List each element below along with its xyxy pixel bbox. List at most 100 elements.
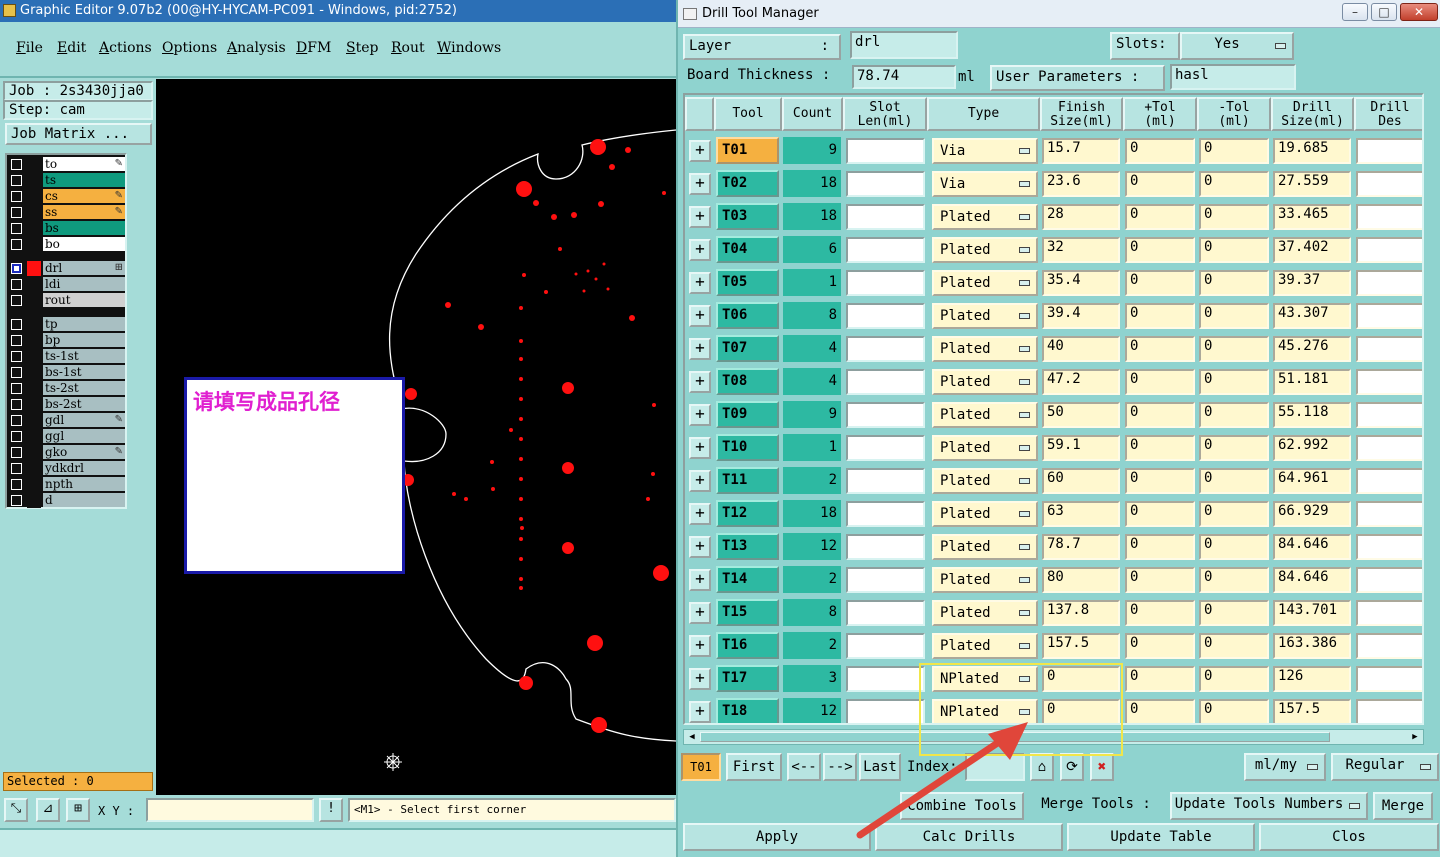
layer-checkbox[interactable] — [11, 295, 22, 306]
drill-size-input[interactable]: 163.386 — [1273, 633, 1351, 659]
slot-len-input[interactable] — [846, 534, 925, 560]
expand-icon[interactable]: + — [689, 140, 711, 162]
minus-tol-input[interactable]: 0 — [1199, 567, 1269, 593]
layer-checkbox[interactable] — [11, 175, 22, 186]
update-tools-numbers-select[interactable]: Update Tools Numbers — [1170, 792, 1368, 820]
user-parameters-button[interactable]: User Parameters : — [990, 65, 1165, 91]
grid-icon[interactable]: ⊞ — [66, 798, 90, 822]
layer-name[interactable]: bs — [43, 221, 125, 235]
expand-icon[interactable]: + — [689, 602, 711, 624]
tool-button[interactable]: T14 — [716, 566, 779, 593]
layer-checkbox[interactable] — [11, 447, 22, 458]
plus-tol-input[interactable]: 0 — [1125, 666, 1195, 692]
slot-len-input[interactable] — [846, 369, 925, 395]
layer-name[interactable]: gko ✎ — [43, 445, 125, 459]
minimize-icon[interactable]: – — [1342, 3, 1368, 21]
layer-name[interactable]: ts-2st — [43, 381, 125, 395]
drill-size-input[interactable]: 45.276 — [1273, 336, 1351, 362]
layer-name[interactable]: drl ⊞ — [43, 261, 125, 275]
drill-size-input[interactable]: 84.646 — [1273, 534, 1351, 560]
expand-icon[interactable]: + — [689, 635, 711, 657]
slot-len-input[interactable] — [846, 567, 925, 593]
drill-des-input[interactable] — [1356, 435, 1422, 461]
layer-name[interactable]: gdl ✎ — [43, 413, 125, 427]
type-select[interactable]: Plated — [932, 303, 1038, 329]
tool-button[interactable]: T01 — [716, 137, 779, 164]
drill-size-input[interactable]: 55.118 — [1273, 402, 1351, 428]
layer-row[interactable]: ss ✎ — [7, 205, 125, 220]
layer-row[interactable]: drl ⊞ — [7, 261, 125, 276]
tool-button[interactable]: T18 — [716, 698, 779, 723]
layer-row[interactable]: ts-1st — [7, 349, 125, 364]
slot-len-input[interactable] — [846, 336, 925, 362]
plus-tol-input[interactable]: 0 — [1125, 633, 1195, 659]
finish-size-input[interactable]: 60 — [1042, 468, 1120, 494]
layer-row[interactable]: d — [7, 493, 125, 508]
layer-checkbox[interactable] — [11, 351, 22, 362]
expand-icon[interactable]: + — [689, 470, 711, 492]
slot-len-input[interactable] — [846, 270, 925, 296]
plus-tol-input[interactable]: 0 — [1125, 600, 1195, 626]
measure-icon[interactable]: ⊿ — [36, 798, 60, 822]
layer-row[interactable]: gdl ✎ — [7, 413, 125, 428]
drill-size-input[interactable]: 39.37 — [1273, 270, 1351, 296]
slots-select[interactable]: Yes — [1180, 32, 1294, 60]
tool-button[interactable]: T11 — [716, 467, 779, 494]
layer-row[interactable]: bp — [7, 333, 125, 348]
minus-tol-input[interactable]: 0 — [1199, 204, 1269, 230]
layer-checkbox[interactable] — [11, 495, 22, 506]
plus-tol-input[interactable]: 0 — [1125, 534, 1195, 560]
menu-step[interactable]: Step — [346, 40, 378, 56]
plus-tol-input[interactable]: 0 — [1125, 567, 1195, 593]
layer-name[interactable]: to ✎ — [43, 157, 125, 171]
minus-tol-input[interactable]: 0 — [1199, 600, 1269, 626]
type-select[interactable]: Plated — [932, 402, 1038, 428]
tool-button[interactable]: T04 — [716, 236, 779, 263]
layer-row[interactable]: ggl — [7, 429, 125, 444]
layer-name[interactable]: ggl — [43, 429, 125, 443]
expand-icon[interactable]: + — [689, 272, 711, 294]
merge-button[interactable]: Merge — [1373, 792, 1433, 820]
expand-icon[interactable]: + — [689, 206, 711, 228]
finish-size-input[interactable]: 63 — [1042, 501, 1120, 527]
alert-icon[interactable]: ! — [319, 798, 343, 822]
layer-name[interactable]: tp — [43, 317, 125, 331]
layer-checkbox[interactable] — [11, 239, 22, 250]
tool-button[interactable]: T15 — [716, 599, 779, 626]
type-select[interactable]: Plated — [932, 567, 1038, 593]
layer-checkbox[interactable] — [11, 367, 22, 378]
board-thickness-input[interactable]: 78.74 — [852, 65, 956, 89]
type-select[interactable]: Via — [932, 171, 1038, 197]
tool-button[interactable]: T08 — [716, 368, 779, 395]
tool-button[interactable]: T05 — [716, 269, 779, 296]
expand-icon[interactable]: + — [689, 173, 711, 195]
layer-checkbox[interactable] — [11, 263, 22, 274]
finish-size-input[interactable]: 40 — [1042, 336, 1120, 362]
layer-row[interactable]: rout — [7, 293, 125, 308]
slot-len-input[interactable] — [846, 501, 925, 527]
scroll-left-icon[interactable]: ◀ — [685, 731, 699, 743]
layer-row[interactable]: bs-2st — [7, 397, 125, 412]
minus-tol-input[interactable]: 0 — [1199, 699, 1269, 723]
plus-tol-input[interactable]: 0 — [1125, 237, 1195, 263]
drill-des-input[interactable] — [1356, 633, 1422, 659]
finish-size-input[interactable]: 78.7 — [1042, 534, 1120, 560]
layer-input[interactable]: drl — [850, 31, 958, 59]
drill-size-input[interactable]: 37.402 — [1273, 237, 1351, 263]
drill-des-input[interactable] — [1356, 534, 1422, 560]
type-select[interactable]: Plated — [932, 534, 1038, 560]
layer-row[interactable]: tp — [7, 317, 125, 332]
type-select[interactable]: Plated — [932, 435, 1038, 461]
tool-button[interactable]: T07 — [716, 335, 779, 362]
tool-button[interactable]: T03 — [716, 203, 779, 230]
layer-name[interactable]: ss ✎ — [43, 205, 125, 219]
update-table-button[interactable]: Update Table — [1067, 823, 1255, 851]
minus-tol-input[interactable]: 0 — [1199, 468, 1269, 494]
layer-checkbox[interactable] — [11, 335, 22, 346]
expand-icon[interactable]: + — [689, 503, 711, 525]
scroll-right-icon[interactable]: ▶ — [1408, 731, 1422, 743]
drill-size-input[interactable]: 43.307 — [1273, 303, 1351, 329]
minus-tol-input[interactable]: 0 — [1199, 369, 1269, 395]
menu-dfm[interactable]: DFM — [296, 40, 331, 56]
expand-icon[interactable]: + — [689, 338, 711, 360]
